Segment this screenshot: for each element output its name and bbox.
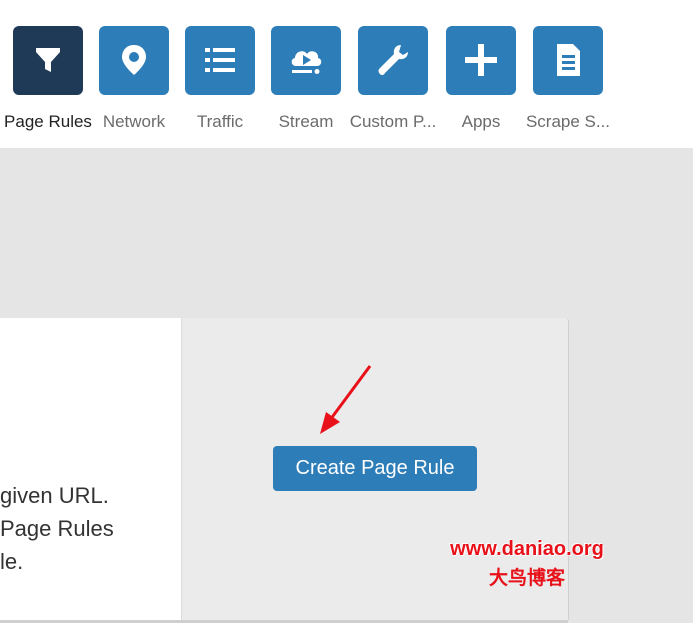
cloud-stream-icon xyxy=(291,51,322,74)
top-navigation-bar: Page Rules Network Traffic Stream Custom… xyxy=(0,0,693,148)
nav-label-custom-pages: Custom P... xyxy=(349,112,437,131)
annotation-arrow-icon xyxy=(320,365,372,434)
watermark: www.daniao.org 大鸟博客 xyxy=(432,538,622,590)
create-page-rule-button[interactable]: Create Page Rule xyxy=(273,446,477,491)
network-tile[interactable] xyxy=(99,26,169,95)
nav-label-apps: Apps xyxy=(461,112,501,131)
nav-item-traffic[interactable]: Traffic xyxy=(175,0,265,148)
nav-label-network: Network xyxy=(102,112,166,131)
stream-tile[interactable] xyxy=(271,26,341,95)
document-icon xyxy=(557,44,580,76)
filter-icon xyxy=(36,48,60,72)
scrape-shield-tile[interactable] xyxy=(533,26,603,95)
nav-item-network[interactable]: Network xyxy=(89,0,179,148)
list-icon xyxy=(205,48,235,72)
page-rules-tile[interactable] xyxy=(13,26,83,95)
nav-label-scrape-shield: Scrape S... xyxy=(525,112,611,131)
nav-label-stream: Stream xyxy=(278,112,334,131)
nav-label-traffic: Traffic xyxy=(196,112,244,131)
nav-item-page-rules[interactable]: Page Rules xyxy=(3,0,93,148)
watermark-name: 大鸟博客 xyxy=(488,567,565,589)
wrench-icon xyxy=(378,45,408,76)
nav-item-stream[interactable]: Stream xyxy=(261,0,351,148)
description-card: given URL. Page Rules le. xyxy=(0,318,182,620)
watermark-url: www.daniao.org xyxy=(450,538,604,560)
nav-item-scrape-shield[interactable]: Scrape S... xyxy=(523,0,613,148)
nav-item-custom-pages[interactable]: Custom P... xyxy=(348,0,438,148)
apps-tile[interactable] xyxy=(446,26,516,95)
nav-item-apps[interactable]: Apps xyxy=(436,0,526,148)
nav-label-page-rules: Page Rules xyxy=(4,112,92,131)
location-pin-icon xyxy=(122,45,146,75)
description-line: le. xyxy=(0,549,24,574)
custom-pages-tile[interactable] xyxy=(358,26,428,95)
description-line: Page Rules xyxy=(0,516,114,541)
description-line: given URL. xyxy=(0,483,109,508)
traffic-tile[interactable] xyxy=(185,26,255,95)
plus-icon xyxy=(465,44,497,76)
